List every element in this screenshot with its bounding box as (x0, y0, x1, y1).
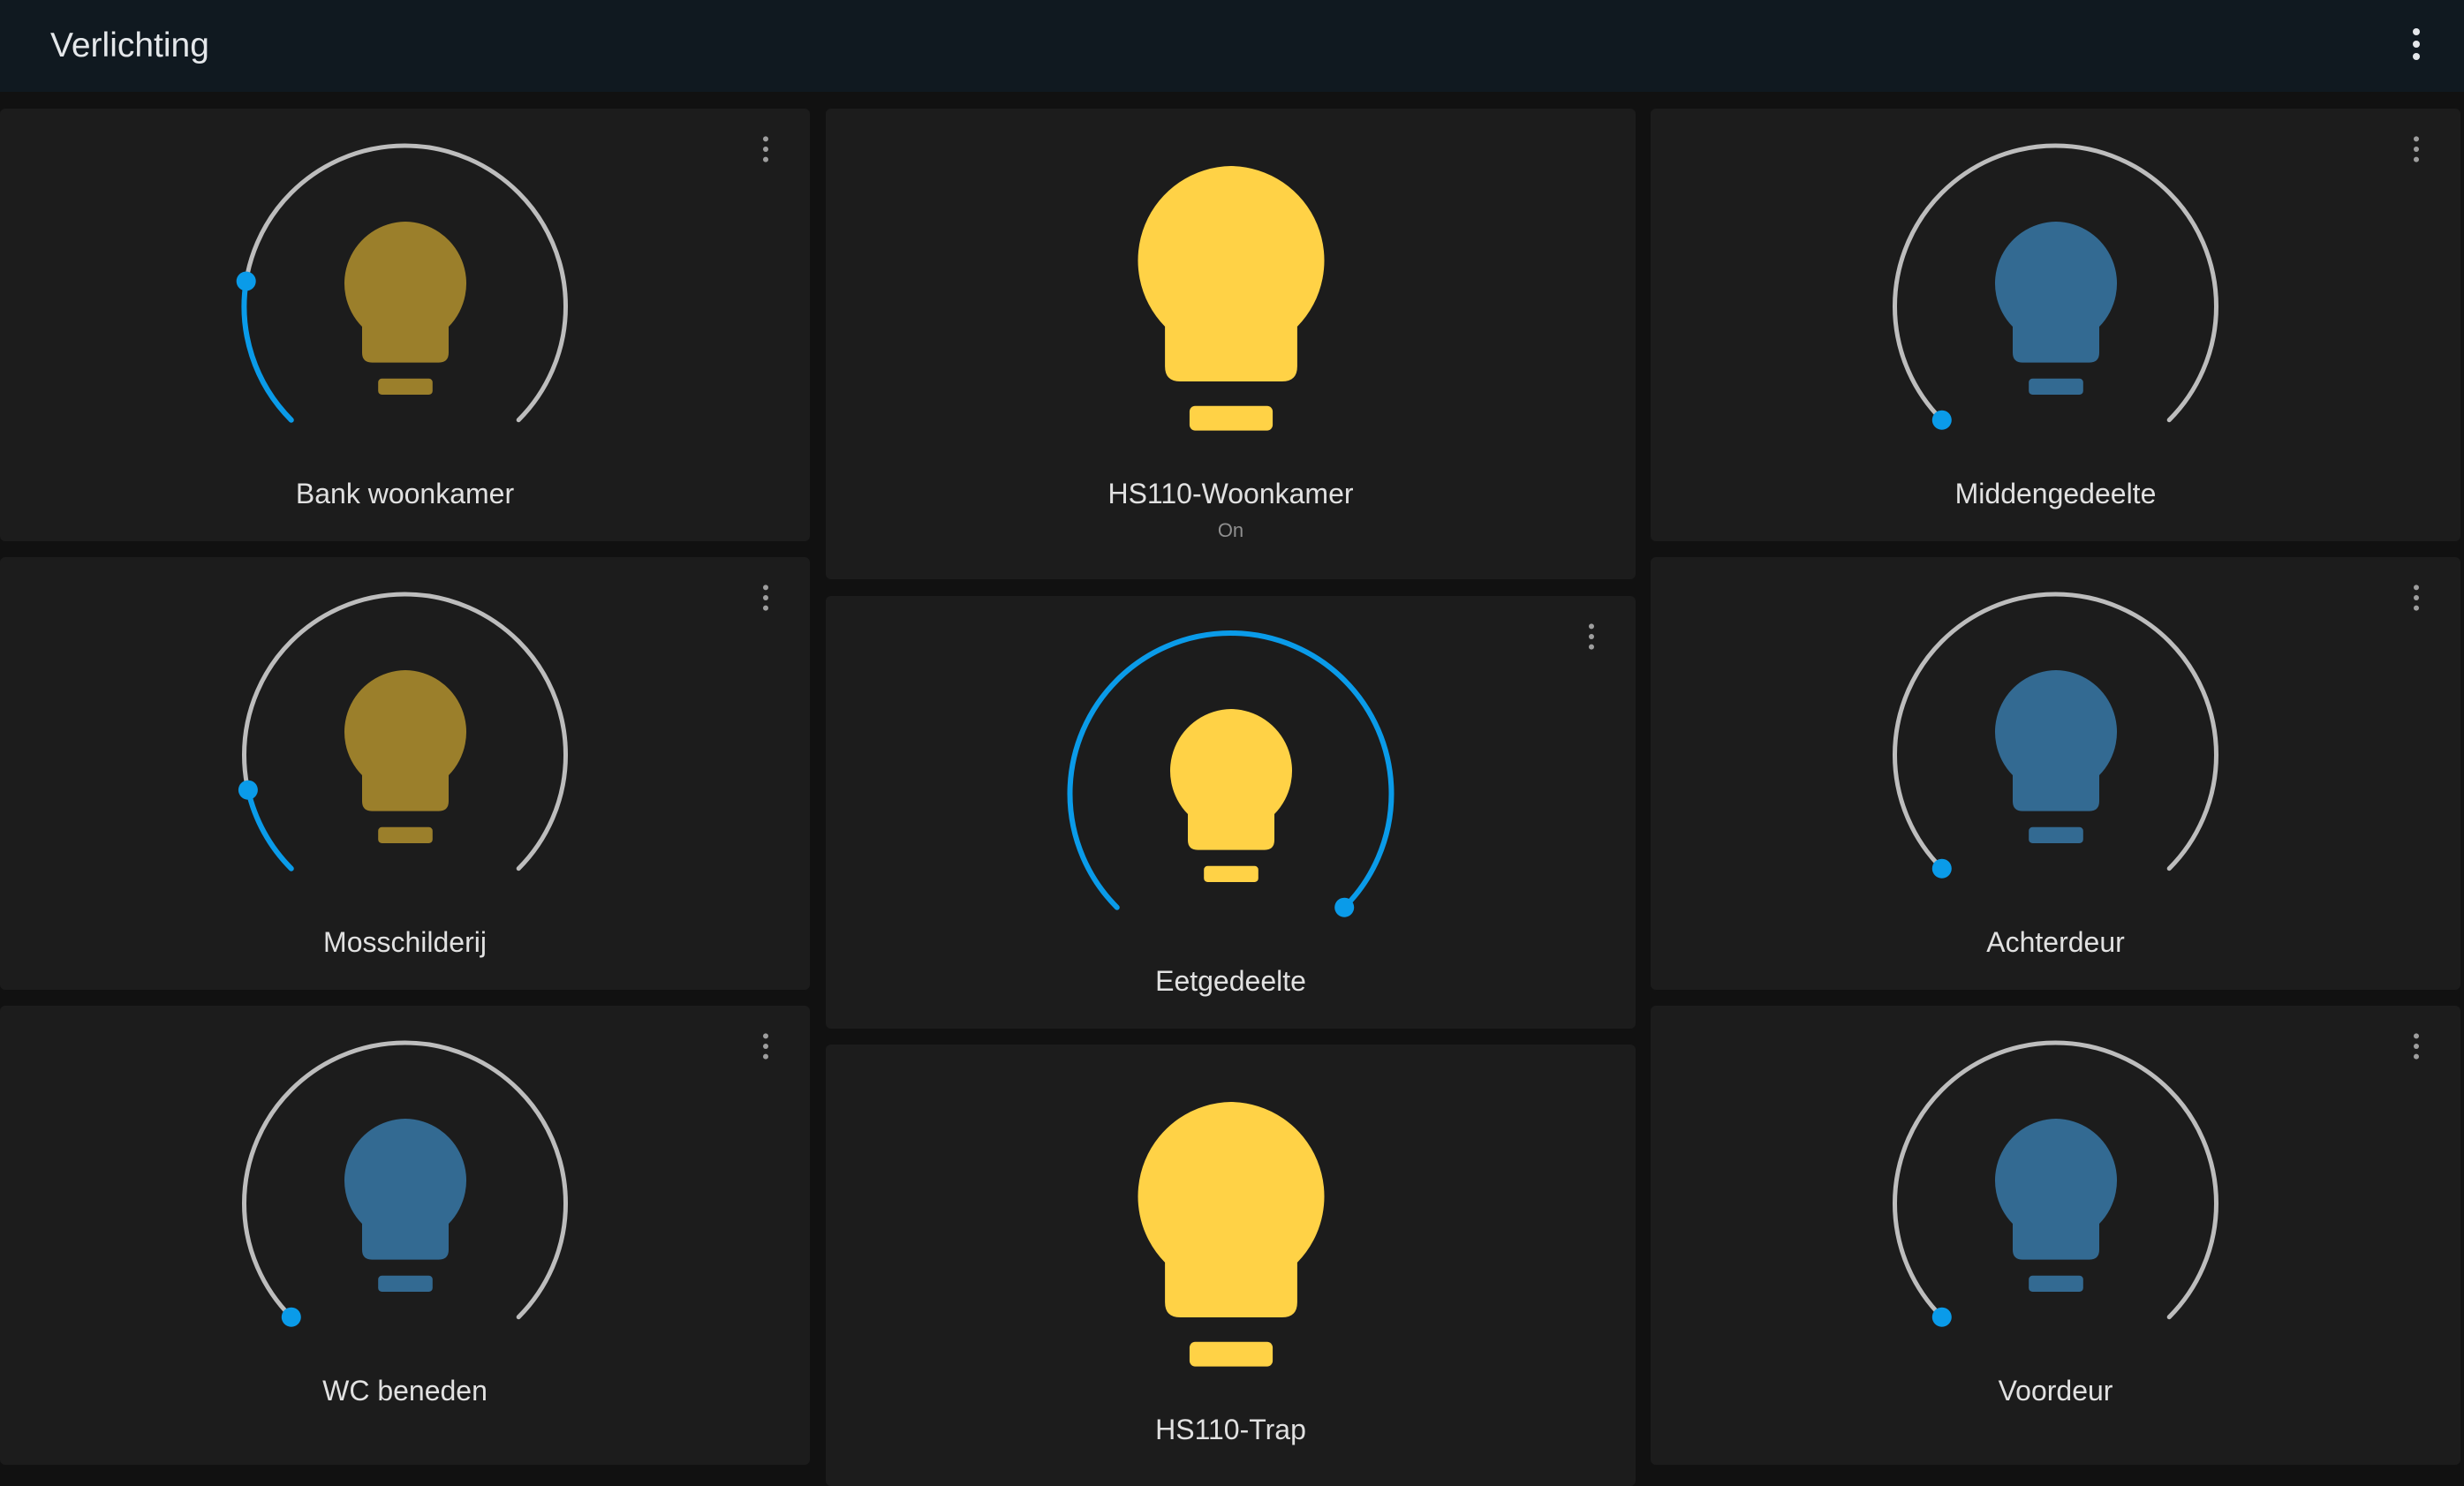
light-name: Middengedeelte (1954, 478, 2157, 509)
slider-handle[interactable] (1931, 858, 1952, 879)
lightbulb-icon[interactable] (1994, 670, 2118, 843)
dots-vertical-icon[interactable] (748, 580, 783, 615)
dots-vertical-icon[interactable] (2395, 23, 2438, 65)
light-card-middengedeelte: Middengedeelte (1651, 109, 2460, 541)
lightbulb-icon[interactable] (1137, 166, 1326, 431)
light-state: On (1217, 519, 1244, 541)
dots-vertical-icon[interactable] (748, 132, 783, 167)
dots-vertical-icon[interactable] (2399, 580, 2434, 615)
slider-handle[interactable] (236, 271, 256, 291)
dots-vertical-icon[interactable] (748, 1029, 783, 1064)
dots-vertical-icon[interactable] (2399, 132, 2434, 167)
light-card-mosschilderij: Mosschilderij (0, 557, 810, 990)
slider-handle[interactable] (1931, 1307, 1952, 1327)
slider-handle[interactable] (238, 780, 258, 800)
page-title: Verlichting (50, 26, 209, 64)
dots-vertical-icon[interactable] (2399, 1029, 2434, 1064)
slider-handle[interactable] (1334, 897, 1355, 917)
light-name: HS110-Woonkamer (1107, 478, 1354, 509)
light-card-hs110-trap: HS110-Trap (826, 1045, 1636, 1486)
light-card-wc-beneden: WC beneden (0, 1006, 810, 1465)
light-name: Achterdeur (1986, 926, 2125, 958)
light-card-achterdeur: Achterdeur (1651, 557, 2460, 990)
light-name: Eetgedeelte (1155, 965, 1306, 997)
lightbulb-icon[interactable] (344, 1119, 467, 1292)
light-card-hs110-woonkamer: HS110-Woonkamer On (826, 109, 1636, 579)
light-name: WC beneden (322, 1375, 488, 1407)
light-name: Bank woonkamer (295, 478, 515, 509)
slider-handle[interactable] (1931, 410, 1952, 430)
lightbulb-icon[interactable] (344, 670, 467, 843)
light-card-eetgedeelte: Eetgedeelte (826, 596, 1636, 1029)
light-name: Mosschilderij (323, 926, 487, 958)
light-name: HS110-Trap (1155, 1414, 1306, 1445)
lightbulb-icon[interactable] (1994, 222, 2118, 395)
light-card-voordeur: Voordeur (1651, 1006, 2460, 1465)
lightbulb-icon[interactable] (1994, 1119, 2118, 1292)
lightbulb-icon[interactable] (344, 222, 467, 395)
lightbulb-icon[interactable] (1169, 709, 1293, 882)
lightbulb-icon[interactable] (1137, 1102, 1326, 1367)
dots-vertical-icon[interactable] (1574, 619, 1609, 654)
app-header: Verlichting (0, 0, 2464, 92)
slider-handle[interactable] (281, 1307, 301, 1327)
light-card-bank-woonkamer: Bank woonkamer (0, 109, 810, 541)
light-name: Voordeur (1998, 1375, 2113, 1407)
